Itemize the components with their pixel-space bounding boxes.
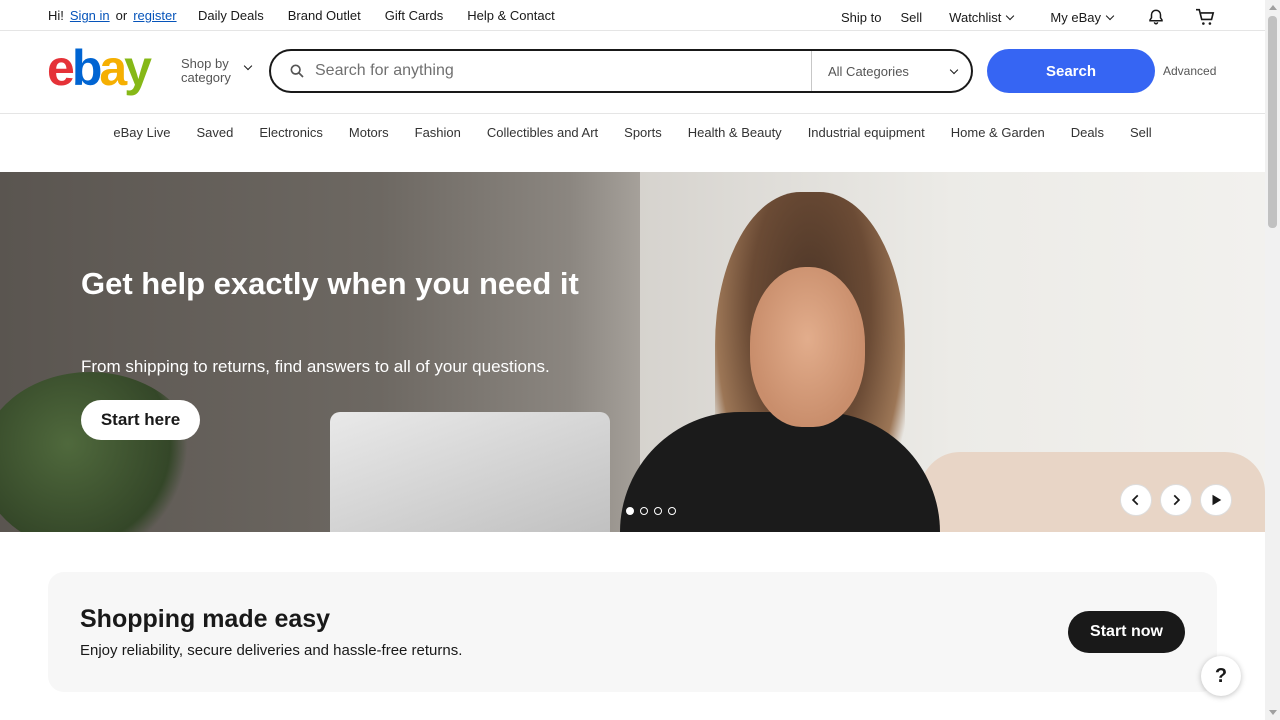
shopping-promo-card: Shopping made easy Enjoy reliability, se… [48,572,1217,692]
register-link[interactable]: register [133,8,176,23]
scroll-up-arrow-icon[interactable] [1269,5,1277,10]
chevron-down-icon [1006,11,1015,20]
topbar-links: Daily Deals Brand Outlet Gift Cards Help… [198,8,579,23]
advanced-search-link[interactable]: Advanced [1163,64,1216,78]
cart-icon[interactable] [1195,8,1215,26]
sell-link[interactable]: Sell [900,10,922,25]
nav-item-fashion[interactable]: Fashion [415,125,461,140]
chevron-down-icon [243,61,253,71]
topbar-right: Ship to Sell Watchlist My eBay [841,8,1265,26]
carousel-dot[interactable] [640,507,648,515]
help-contact-link[interactable]: Help & Contact [467,8,554,23]
watchlist-menu[interactable]: Watchlist [949,9,1015,25]
chevron-down-icon [1105,11,1115,20]
nav-item-health-beauty[interactable]: Health & Beauty [688,125,782,140]
help-button[interactable]: ? [1201,656,1241,696]
nav-item-sports[interactable]: Sports [624,125,662,140]
scrollbar-thumb[interactable] [1268,16,1277,228]
shop-by-category-button[interactable]: Shop by category [181,57,231,85]
hero-image-laptop [330,412,610,532]
start-here-button[interactable]: Start here [81,400,200,440]
top-utility-bar: Hi! Sign in or register Daily Deals Bran… [0,0,1265,31]
ship-to-link[interactable]: Ship to [841,10,881,25]
nav-item-sell[interactable]: Sell [1130,125,1152,140]
chevron-left-icon [1131,494,1139,506]
nav-item-industrial[interactable]: Industrial equipment [808,125,925,140]
search-button[interactable]: Search [987,49,1155,93]
brand-outlet-link[interactable]: Brand Outlet [288,8,361,23]
nav-item-electronics[interactable]: Electronics [259,125,323,140]
carousel-dot[interactable] [626,507,634,515]
nav-item-deals[interactable]: Deals [1071,125,1104,140]
header: ebay Shop by category All Categories Sea… [0,31,1265,114]
my-ebay-menu[interactable]: My eBay [1050,9,1115,25]
search-input[interactable] [315,59,805,83]
carousel-play-button[interactable] [1200,484,1232,516]
chevron-down-icon [949,65,959,75]
ebay-logo[interactable]: ebay [47,40,152,96]
scrollbar[interactable] [1265,0,1280,720]
watchlist-label: Watchlist [949,9,1002,25]
scroll-down-arrow-icon[interactable] [1269,710,1277,715]
carousel-dots [626,507,676,515]
hero-image-plant [0,372,200,532]
greeting-area: Hi! Sign in or register [48,8,177,23]
gift-cards-link[interactable]: Gift Cards [385,8,444,23]
bell-icon[interactable] [1147,8,1165,26]
category-select[interactable]: All Categories [811,51,973,91]
nav-item-motors[interactable]: Motors [349,125,389,140]
my-ebay-label: My eBay [1050,9,1101,25]
carousel-dot[interactable] [668,507,676,515]
carousel-prev-button[interactable] [1120,484,1152,516]
search-bar: All Categories [269,49,973,93]
start-now-button[interactable]: Start now [1068,611,1185,653]
nav-item-collectibles[interactable]: Collectibles and Art [487,125,598,140]
nav-item-home-garden[interactable]: Home & Garden [951,125,1045,140]
nav-item-saved[interactable]: Saved [196,125,233,140]
hero-subtitle: From shipping to returns, find answers t… [81,357,550,376]
search-icon [289,63,304,78]
promo-subtitle: Enjoy reliability, secure deliveries and… [80,642,463,659]
chevron-right-icon [1173,494,1181,506]
play-icon [1212,494,1222,506]
hero-title: Get help exactly when you need it [81,266,579,301]
daily-deals-link[interactable]: Daily Deals [198,8,264,23]
greeting-text: Hi! [48,8,64,23]
or-text: or [115,8,128,23]
sign-in-link[interactable]: Sign in [70,8,110,23]
promo-title: Shopping made easy [80,605,331,633]
carousel-dot[interactable] [654,507,662,515]
carousel-next-button[interactable] [1160,484,1192,516]
hero-image-person-face [750,267,865,427]
category-nav: eBay Live Saved Electronics Motors Fashi… [0,115,1265,172]
nav-item-ebay-live[interactable]: eBay Live [113,125,170,140]
hero-banner[interactable]: Get help exactly when you need it From s… [0,172,1265,532]
